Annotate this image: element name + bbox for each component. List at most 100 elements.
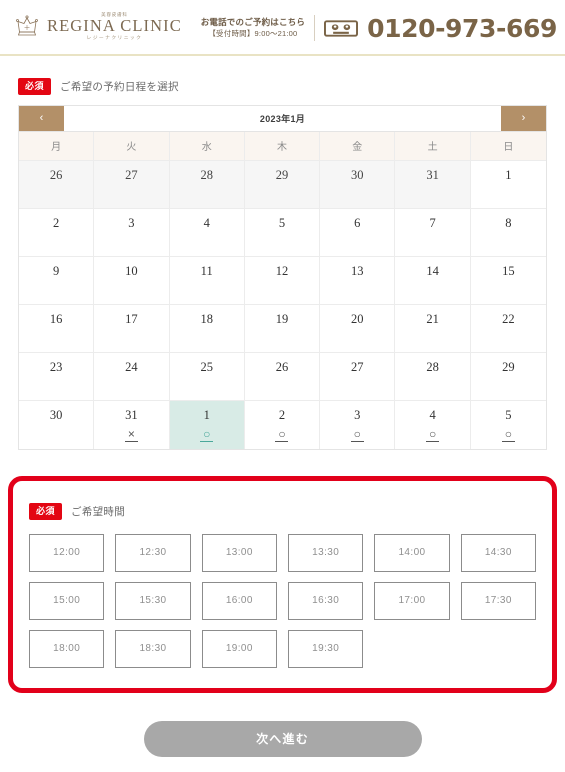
calendar-day-number: 29 [502, 359, 515, 374]
time-slot-button[interactable]: 16:00 [201, 581, 277, 620]
calendar-day-cell[interactable]: 6 [320, 208, 396, 257]
calendar-day-cell[interactable]: 1 ○ [169, 400, 245, 449]
calendar-day-cell[interactable]: 10 [94, 256, 170, 305]
calendar-weekday: 火 [94, 131, 170, 160]
calendar-navigation: ‹ 2023年1月 › [18, 104, 547, 132]
required-badge-date: 必須 [18, 78, 52, 95]
calendar-day-cell[interactable]: 3 ○ [320, 400, 396, 449]
calendar-day-number: 31 [125, 407, 138, 422]
calendar-day-number: 2 [278, 407, 286, 422]
calendar-day-number: 3 [128, 215, 135, 230]
calendar-day-number: 10 [125, 263, 138, 278]
required-badge-time: 必須 [29, 502, 63, 520]
calendar-weekday-header: 月火水木金土 日 [19, 131, 546, 161]
calendar-day-number: 20 [351, 311, 364, 326]
calendar-day-cell[interactable]: 2 ○ [244, 400, 321, 449]
calendar-day-cell[interactable]: 28 [395, 352, 471, 401]
calendar-day-cell: 29 [244, 160, 321, 209]
calendar-day-cell[interactable]: 11 [169, 256, 245, 305]
calendar-day-cell[interactable]: 14 [395, 256, 471, 305]
calendar-day-cell[interactable]: 2 [19, 208, 95, 257]
time-slot-button[interactable]: 15:30 [115, 581, 191, 620]
calendar-day-cell[interactable]: 30 [19, 400, 95, 449]
calendar-day-cell: 26 [19, 160, 95, 209]
calendar-weekday: 土 [395, 131, 471, 160]
calendar-day-cell[interactable]: 12 [244, 256, 321, 305]
calendar-day-number: 24 [125, 359, 138, 374]
calendar-day-number: 27 [351, 359, 364, 374]
calendar-day-cell[interactable]: 24 [94, 352, 170, 401]
time-slot-button[interactable]: 18:30 [115, 629, 191, 668]
calendar-day-number: 28 [200, 167, 213, 182]
time-slot-button[interactable]: 19:00 [201, 629, 277, 668]
calendar-prev-button[interactable]: ‹ [19, 105, 64, 131]
calendar-day-cell[interactable]: 4 [169, 208, 245, 257]
calendar-day-cell[interactable]: 18 [169, 304, 245, 353]
calendar-day-cell[interactable]: 5 [244, 208, 321, 257]
calendar-day-number: 9 [53, 263, 60, 278]
calendar-day-cell[interactable]: 13 [320, 256, 396, 305]
time-slot-button[interactable]: 16:30 [288, 581, 364, 620]
next-step-button[interactable]: 次へ進む [143, 720, 422, 757]
time-slot-button[interactable]: 17:00 [374, 581, 450, 620]
calendar-day-cell[interactable]: 20 [320, 304, 396, 353]
calendar-available-icon: ○ [501, 428, 515, 442]
contact-divider [314, 15, 316, 41]
time-slot-button[interactable]: 12:00 [29, 533, 105, 572]
calendar-next-button[interactable]: › [501, 105, 546, 131]
time-slot-button[interactable]: 18:00 [29, 629, 105, 668]
time-slot-button[interactable]: 19:30 [288, 629, 364, 668]
brand-subscript: レジーナクリニック [86, 35, 143, 41]
calendar-day-number: 28 [426, 359, 439, 374]
calendar-day-cell[interactable]: 19 [244, 304, 321, 353]
time-slot-button[interactable]: 14:30 [460, 533, 536, 572]
calendar-day-cell[interactable]: 31 × [94, 400, 170, 449]
calendar-day-number: 16 [49, 311, 63, 326]
time-slot-button[interactable]: 12:30 [115, 533, 191, 572]
calendar-day-number: 1 [203, 407, 210, 422]
time-slot-button[interactable]: 13:00 [201, 533, 277, 572]
calendar-day-cell[interactable]: 8 [470, 208, 546, 257]
page-body: 必須 ご希望の予約日程を選択 ‹ 2023年1月 › 月火水木金土日 26 27 2… [0, 56, 565, 757]
calendar-day-number: 22 [502, 311, 515, 326]
calendar-day-number: 2 [53, 215, 60, 230]
calendar-day-cell[interactable]: 27 [320, 352, 396, 401]
calendar-weekday: 木 [245, 131, 321, 160]
time-slot-button[interactable]: 14:00 [374, 533, 450, 572]
brand-logo[interactable]: 美容皮膚科 REGINA CLINIC レジーナクリニック [14, 12, 182, 42]
calendar-day-cell[interactable]: 17 [94, 304, 170, 353]
calendar-day-number: 18 [200, 311, 213, 326]
calendar-day-cell[interactable]: 22 [470, 304, 546, 353]
phone-number[interactable]: 0120-973-669 [367, 14, 557, 43]
calendar-day-cell[interactable]: 25 [169, 352, 245, 401]
calendar-day-grid[interactable]: 26 27 28 29 30 31 1 2 3 4 5 6 7 8 9 10 11 12 13 14 15 16 17 18 1… [19, 160, 546, 449]
calendar-day-cell[interactable]: 4 ○ [395, 400, 471, 449]
calendar-day-cell[interactable]: 26 [244, 352, 321, 401]
calendar-available-icon: ○ [350, 428, 364, 442]
calendar-unavailable-icon: × [124, 428, 138, 442]
calendar-day-cell[interactable]: 5 ○ [470, 400, 546, 449]
calendar-day-cell[interactable]: 15 [470, 256, 546, 305]
calendar-day-cell[interactable]: 3 [94, 208, 170, 257]
calendar-day-number: 19 [275, 311, 289, 326]
time-slot-button[interactable]: 15:00 [29, 581, 105, 620]
time-slot-button[interactable]: 13:30 [288, 533, 364, 572]
crown-icon [14, 15, 40, 39]
site-header: 美容皮膚科 REGINA CLINIC レジーナクリニック お電話でのご予約はこ… [0, 0, 565, 56]
calendar-day-cell[interactable]: 16 [19, 304, 95, 353]
freedial-icon [324, 18, 359, 39]
calendar-day-cell[interactable]: 21 [395, 304, 471, 353]
calendar-day-number: 29 [275, 167, 289, 182]
submit-area: 次へ進む [0, 693, 565, 757]
calendar-day-cell[interactable]: 7 [395, 208, 471, 257]
calendar-day-cell[interactable]: 29 [470, 352, 546, 401]
calendar-day-cell[interactable]: 23 [19, 352, 95, 401]
time-slot-grid[interactable]: 12:00 12:30 13:00 13:30 14:00 14:30 15:00 15:30… [25, 533, 540, 668]
calendar-day-cell[interactable]: 9 [19, 256, 95, 305]
calendar-weekday: 日 [503, 142, 514, 154]
contact-headline: お電話でのご予約はこちら [200, 17, 306, 28]
contact-copy: お電話でのご予約はこちら 【受付時間】9:00〜21:00 [201, 16, 305, 39]
time-slot-button[interactable]: 17:30 [460, 581, 536, 620]
calendar-day-cell[interactable]: 1 [470, 160, 546, 209]
calendar-day-number: 1 [505, 167, 512, 182]
